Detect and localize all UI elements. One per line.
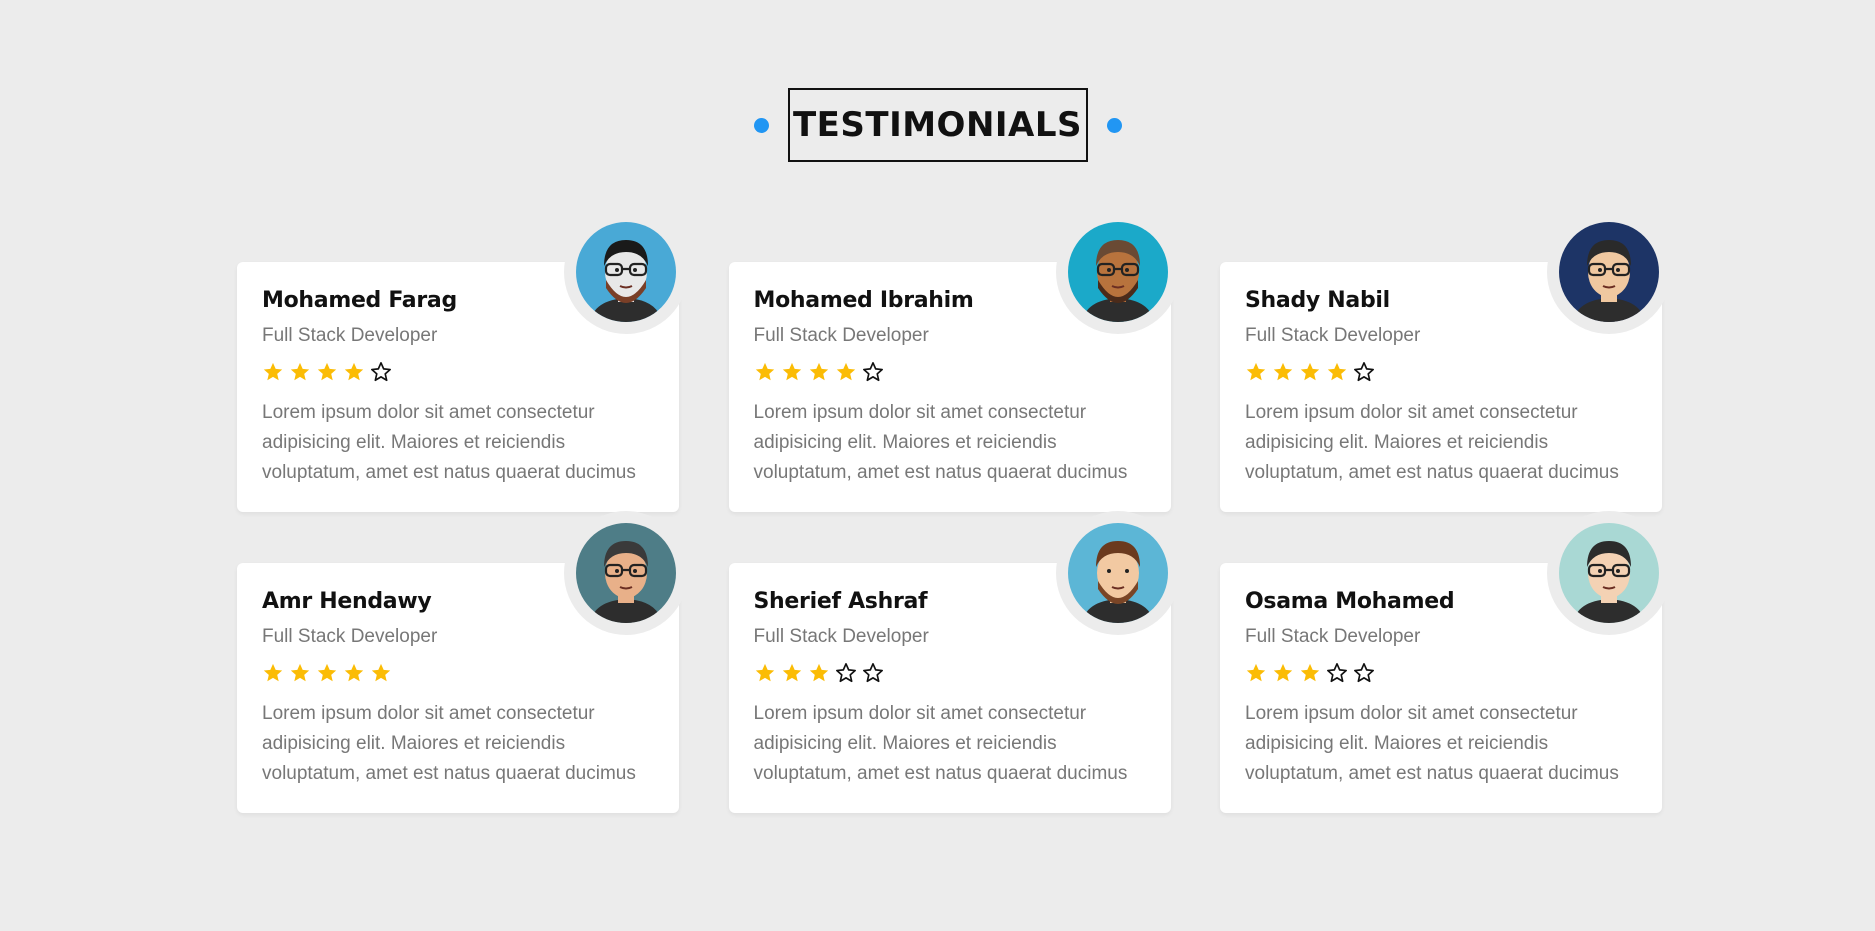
star-filled-icon — [1327, 362, 1347, 381]
star-filled-icon — [836, 362, 855, 381]
star-rating — [1245, 661, 1637, 685]
testimonial-card: Mohamed Ibrahim Full Stack Developer Lorem… — [728, 210, 1180, 512]
avatar-bearded-beanie-icon — [576, 222, 676, 322]
star-rating — [262, 360, 654, 384]
testimonial-text: Lorem ipsum dolor sit amet consectetur a… — [262, 703, 636, 784]
avatar-pink-glasses-man-icon — [576, 523, 676, 623]
testimonial-card: Shady Nabil Full Stack Developer Lorem ips… — [1220, 210, 1671, 512]
star-filled-icon — [1300, 663, 1320, 682]
reviewer-role: Full Stack Developer — [262, 626, 438, 647]
reviewer-role: Full Stack Developer — [753, 626, 929, 647]
section-title: TESTIMONIALS — [792, 105, 1083, 145]
star-filled-icon — [344, 663, 364, 682]
star-filled-icon — [1273, 362, 1293, 381]
star-filled-icon — [755, 663, 774, 682]
section-heading: TESTIMONIALS — [753, 88, 1122, 162]
star-empty-icon — [1354, 663, 1374, 683]
star-filled-icon — [755, 362, 774, 381]
testimonial-text: Lorem ipsum dolor sit amet consectetur a… — [1245, 402, 1619, 483]
avatar-ring — [1055, 210, 1180, 334]
star-filled-icon — [1246, 362, 1266, 381]
star-empty-icon — [862, 362, 883, 382]
star-filled-icon — [344, 362, 364, 381]
star-empty-icon — [1354, 362, 1374, 382]
testimonial-card: Amr Hendawy Full Stack Developer Lorem ips… — [237, 511, 688, 813]
avatar-ring — [1547, 210, 1671, 334]
star-filled-icon — [782, 362, 801, 381]
star-filled-icon — [290, 362, 310, 381]
reviewer-role: Full Stack Developer — [1245, 626, 1421, 647]
testimonials-grid: Mohamed Farag Full Stack Developer Lorem i… — [237, 210, 1671, 813]
section-heading-wrap: TESTIMONIALS — [0, 88, 1875, 162]
star-empty-icon — [835, 663, 856, 683]
star-filled-icon — [1273, 663, 1293, 682]
testimonial-card: Mohamed Farag Full Stack Developer Lorem i… — [237, 210, 688, 512]
star-empty-icon — [371, 362, 391, 382]
avatar-sunglasses-man-icon — [1559, 523, 1659, 623]
testimonial-card: Osama Mohamed Full Stack Developer Lorem i… — [1220, 511, 1671, 813]
star-rating — [754, 360, 1146, 384]
avatar-ring — [564, 210, 688, 334]
avatar-ring — [1547, 511, 1671, 635]
star-filled-icon — [809, 362, 828, 381]
star-filled-icon — [263, 362, 283, 381]
avatar-sunglasses-man-icon — [1067, 222, 1168, 322]
avatar-bearded-man-icon — [1067, 523, 1168, 623]
heading-dot-left — [753, 117, 769, 133]
testimonial-text: Lorem ipsum dolor sit amet consectetur a… — [262, 402, 636, 483]
star-filled-icon — [263, 663, 283, 682]
reviewer-role: Full Stack Developer — [753, 325, 929, 346]
star-filled-icon — [290, 663, 310, 682]
star-filled-icon — [371, 663, 391, 682]
star-filled-icon — [317, 663, 337, 682]
avatar-glasses-man-icon — [1559, 222, 1659, 322]
star-rating — [754, 661, 1146, 685]
star-rating — [1245, 360, 1637, 384]
avatar-ring — [564, 511, 688, 635]
testimonial-card: Sherief Ashraf Full Stack Developer Lorem … — [728, 511, 1180, 813]
star-filled-icon — [782, 663, 801, 682]
reviewer-role: Full Stack Developer — [262, 325, 438, 346]
star-rating — [262, 661, 654, 685]
testimonial-text: Lorem ipsum dolor sit amet consectetur a… — [753, 402, 1128, 483]
testimonial-text: Lorem ipsum dolor sit amet consectetur a… — [1245, 703, 1619, 784]
star-filled-icon — [809, 663, 828, 682]
testimonial-text: Lorem ipsum dolor sit amet consectetur a… — [753, 703, 1128, 784]
star-filled-icon — [1246, 663, 1266, 682]
reviewer-role: Full Stack Developer — [1245, 325, 1421, 346]
star-empty-icon — [1327, 663, 1347, 683]
star-filled-icon — [317, 362, 337, 381]
star-empty-icon — [862, 663, 883, 683]
star-filled-icon — [1300, 362, 1320, 381]
avatar-ring — [1055, 511, 1180, 635]
heading-dot-right — [1106, 117, 1122, 133]
